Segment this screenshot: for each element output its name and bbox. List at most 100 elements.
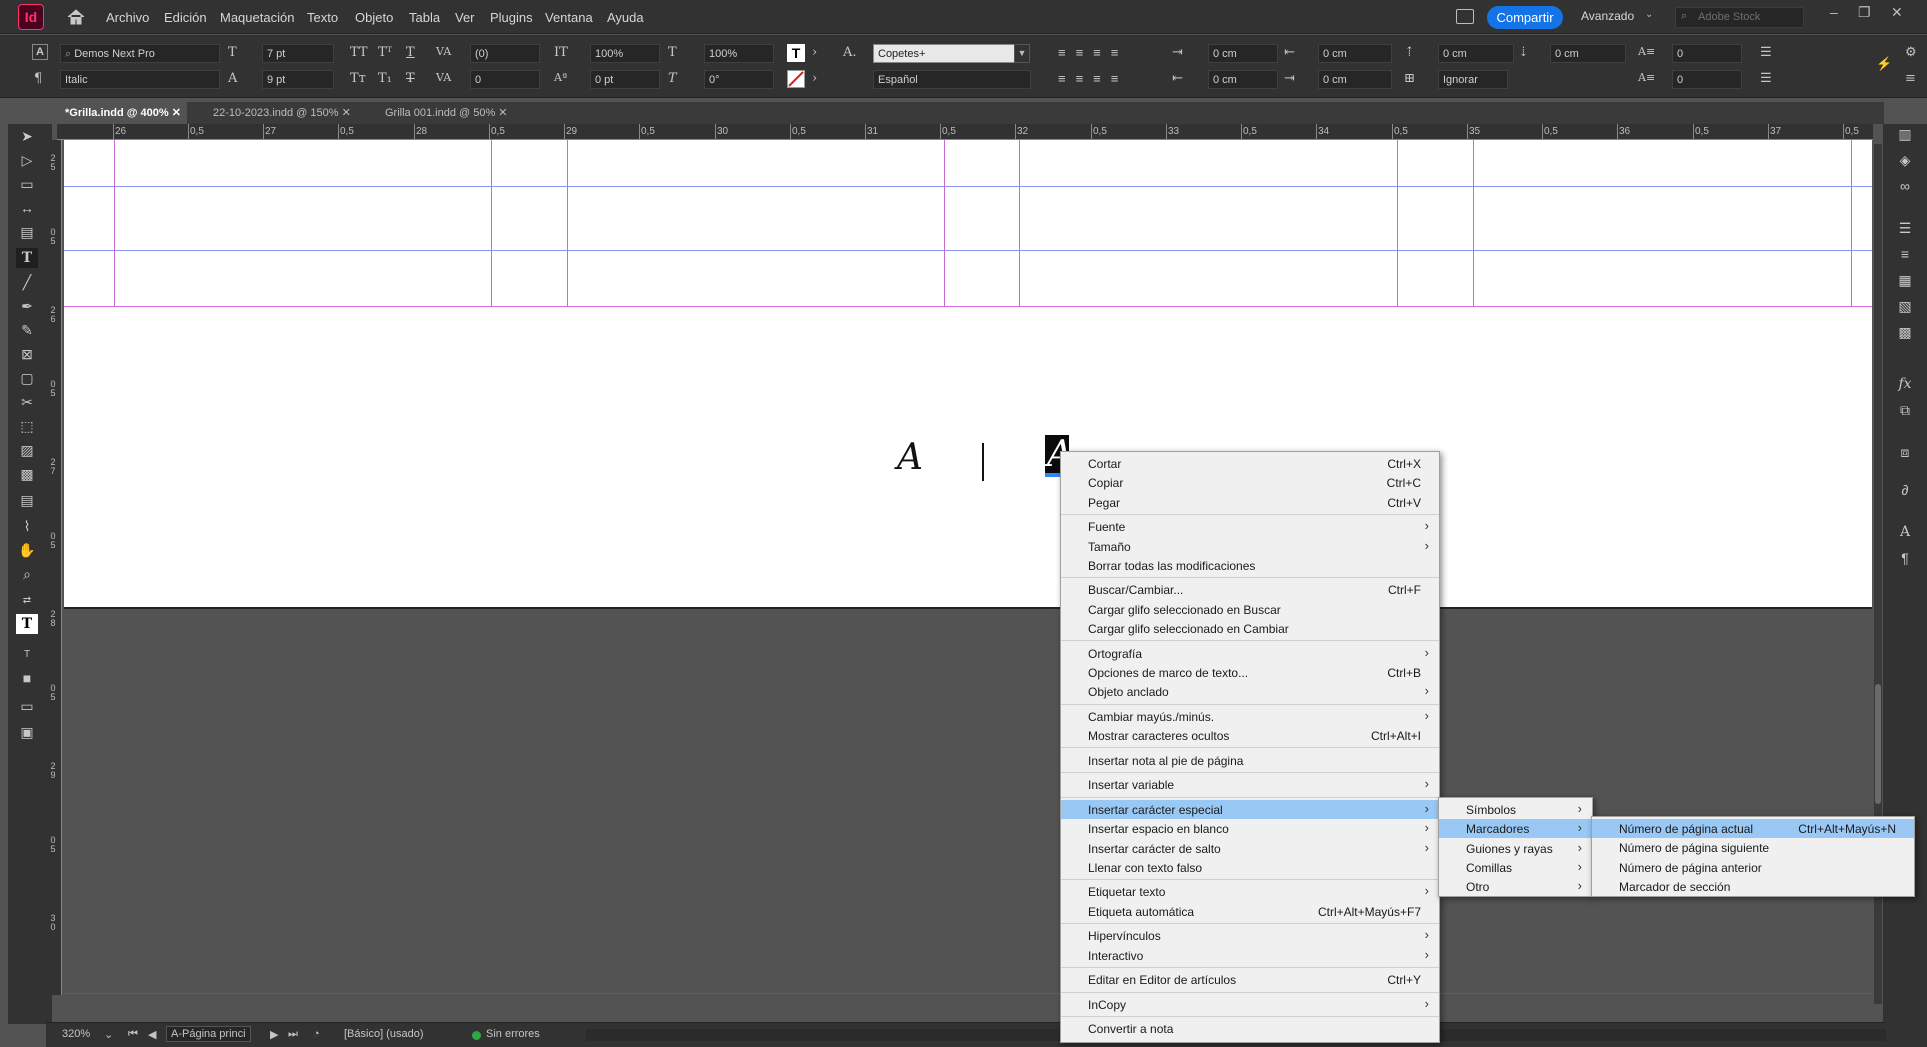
menu-ayuda[interactable]: Ayuda: [607, 10, 644, 25]
menu-texto[interactable]: Texto: [307, 10, 338, 25]
last-indent-field[interactable]: 0 cm: [1318, 70, 1392, 89]
menu-item-simbolos[interactable]: Símbolos ›: [1439, 800, 1592, 819]
chevron-down-icon[interactable]: ⌄: [104, 1028, 113, 1041]
swap-colors-icon[interactable]: ⇄: [16, 590, 38, 610]
screen-mode-icon[interactable]: ▭: [16, 696, 38, 716]
close-icon[interactable]: ✕: [342, 107, 351, 119]
chevron-right-icon[interactable]: ›: [812, 45, 817, 60]
formatting-text-icon[interactable]: T: [16, 644, 38, 664]
restore-icon[interactable]: ❐: [1858, 4, 1871, 21]
menu-item-cargar-glifo-seleccionado-en-buscar[interactable]: Cargar glifo seleccionado en Buscar: [1061, 600, 1439, 619]
grid-align-field[interactable]: Ignorar: [1438, 70, 1508, 89]
vertical-scale-field[interactable]: 100%: [590, 44, 660, 63]
font-style-field[interactable]: Italic: [60, 70, 220, 89]
gear-icon[interactable]: ⚙: [1905, 45, 1917, 60]
menu-item-cargar-glifo-seleccionado-en-cambiar[interactable]: Cargar glifo seleccionado en Cambiar: [1061, 619, 1439, 638]
style-status[interactable]: [Básico] (usado): [344, 1028, 423, 1040]
home-icon[interactable]: [66, 8, 86, 26]
menu-item-insertar-variable[interactable]: Insertar variable ›: [1061, 775, 1439, 794]
free-transform-icon[interactable]: ⬚: [16, 416, 38, 436]
chevron-right-icon[interactable]: ›: [812, 71, 817, 86]
strikethrough-icon[interactable]: T: [406, 71, 415, 86]
last-page-icon[interactable]: ⏭: [288, 1028, 298, 1041]
chevron-down-icon[interactable]: ▼: [1014, 44, 1030, 63]
apply-color-icon[interactable]: ■: [16, 668, 38, 688]
cc-libraries-icon[interactable]: ▩: [1894, 322, 1916, 342]
kerning-field[interactable]: (0): [470, 44, 540, 63]
menu-edicion[interactable]: Edición: [164, 10, 207, 25]
hand-tool-icon[interactable]: ✋: [16, 540, 38, 560]
menu-item-numero-de-pagina-anterior[interactable]: Número de página anterior: [1592, 858, 1914, 877]
zoom-tool-icon[interactable]: ⌕: [16, 564, 38, 584]
glyphs-panel-icon[interactable]: ∂: [1894, 480, 1916, 500]
menu-item-editar-en-editor-de-articulos[interactable]: Editar en Editor de artículos Ctrl+Y: [1061, 970, 1439, 989]
page-tool-icon[interactable]: ▭: [16, 174, 38, 194]
menu-archivo[interactable]: Archivo: [106, 10, 149, 25]
superscript-icon[interactable]: Tᵀ: [378, 45, 392, 60]
menu-item-interactivo[interactable]: Interactivo ›: [1061, 946, 1439, 965]
menu-item-otro[interactable]: Otro ›: [1439, 877, 1592, 896]
menu-plugins[interactable]: Plugins: [490, 10, 533, 25]
paragraph-controls-icon[interactable]: ¶: [34, 71, 42, 86]
text-fill-icon[interactable]: T: [787, 44, 805, 62]
share-button[interactable]: Compartir: [1487, 6, 1563, 29]
menu-tabla[interactable]: Tabla: [409, 10, 440, 25]
page-canvas[interactable]: A A: [64, 140, 1872, 609]
menu-ventana[interactable]: Ventana: [545, 10, 593, 25]
first-indent-field[interactable]: 0 cm: [1208, 70, 1278, 89]
drop-cap-chars-field[interactable]: 0: [1672, 70, 1742, 89]
open-page-icon[interactable]: ◔: [313, 1028, 320, 1040]
leading-field[interactable]: 9 pt: [262, 70, 334, 89]
adobe-stock-search[interactable]: ⌕ Adobe Stock: [1675, 7, 1804, 28]
gradient-panel-icon[interactable]: ▧: [1894, 296, 1916, 316]
bullets-icon[interactable]: ☰: [1760, 45, 1772, 60]
skew-field[interactable]: 0°: [704, 70, 774, 89]
character-styles-icon[interactable]: A: [1894, 522, 1916, 542]
menu-item-etiquetar-texto[interactable]: Etiquetar texto ›: [1061, 882, 1439, 901]
chevron-down-icon[interactable]: ⌄: [1645, 9, 1653, 20]
rectangle-frame-icon[interactable]: ⊠: [16, 344, 38, 364]
pencil-tool-icon[interactable]: ✎: [16, 320, 38, 340]
menu-item-pegar[interactable]: Pegar Ctrl+V: [1061, 493, 1439, 512]
direct-selection-icon[interactable]: ▷: [16, 150, 38, 170]
character-style-field[interactable]: Copetes+: [873, 44, 1015, 63]
menu-objeto[interactable]: Objeto: [355, 10, 393, 25]
tracking-field[interactable]: 0: [470, 70, 540, 89]
effects-panel-icon[interactable]: fx: [1894, 374, 1916, 394]
type-tool-icon[interactable]: T: [16, 248, 38, 268]
gap-tool-icon[interactable]: ↔: [16, 198, 38, 218]
space-after-field[interactable]: 0 cm: [1550, 44, 1626, 63]
baseline-shift-field[interactable]: 0 pt: [590, 70, 660, 89]
font-family-field[interactable]: ⌕ Demos Next Pro: [60, 44, 220, 63]
page-selector[interactable]: A-Página princi: [166, 1026, 251, 1042]
menu-item-fuente[interactable]: Fuente ›: [1061, 517, 1439, 536]
menu-item-insertar-caracter-especial[interactable]: Insertar carácter especial ›: [1061, 799, 1439, 819]
gradient-icon[interactable]: ▨: [16, 440, 38, 460]
stroke-panel-icon[interactable]: ☰: [1894, 218, 1916, 238]
menu-item-mostrar-caracteres-ocultos[interactable]: Mostrar caracteres ocultos Ctrl+Alt+I: [1061, 726, 1439, 745]
menu-item-insertar-caracter-de-salto[interactable]: Insertar carácter de salto ›: [1061, 839, 1439, 858]
rectangle-tool-icon[interactable]: ▢: [16, 368, 38, 388]
horizontal-scale-field[interactable]: 100%: [704, 44, 774, 63]
menu-item-ortografia[interactable]: Ortografía ›: [1061, 644, 1439, 663]
selection-tool-icon[interactable]: ➤: [16, 126, 38, 146]
font-size-field[interactable]: 7 pt: [262, 44, 334, 63]
fill-stroke-icon[interactable]: T: [16, 614, 38, 634]
pen-tool-icon[interactable]: ✒: [16, 296, 38, 316]
menu-item-insertar-espacio-en-blanco[interactable]: Insertar espacio en blanco ›: [1061, 819, 1439, 838]
menu-item-copiar[interactable]: Copiar Ctrl+C: [1061, 473, 1439, 492]
menu-item-cambiar-mayus-minus[interactable]: Cambiar mayús./minús. ›: [1061, 707, 1439, 726]
menu-item-numero-de-pagina-siguiente[interactable]: Número de página siguiente: [1592, 838, 1914, 857]
close-icon[interactable]: ✕: [172, 107, 181, 119]
menu-item-borrar-todas-las-modificaciones[interactable]: Borrar todas las modificaciones: [1061, 556, 1439, 575]
menu-item-convertir-a-nota[interactable]: Convertir a nota: [1061, 1019, 1439, 1038]
links-panel-icon[interactable]: ∞: [1894, 176, 1916, 196]
line-tool-icon[interactable]: ╱: [16, 272, 38, 292]
text-wrap-icon[interactable]: ⧈: [1894, 442, 1916, 462]
character-controls-icon[interactable]: A: [32, 44, 48, 60]
menu-item-hipervinculos[interactable]: Hipervínculos ›: [1061, 926, 1439, 945]
menu-item-numero-de-pagina-actual[interactable]: Número de página actual Ctrl+Alt+Mayús+N: [1592, 819, 1914, 838]
menu-item-buscar-cambiar[interactable]: Buscar/Cambiar... Ctrl+F: [1061, 580, 1439, 599]
menu-item-opciones-de-marco-de-texto[interactable]: Opciones de marco de texto... Ctrl+B: [1061, 663, 1439, 682]
panel-menu-icon[interactable]: ≡: [1905, 71, 1916, 86]
